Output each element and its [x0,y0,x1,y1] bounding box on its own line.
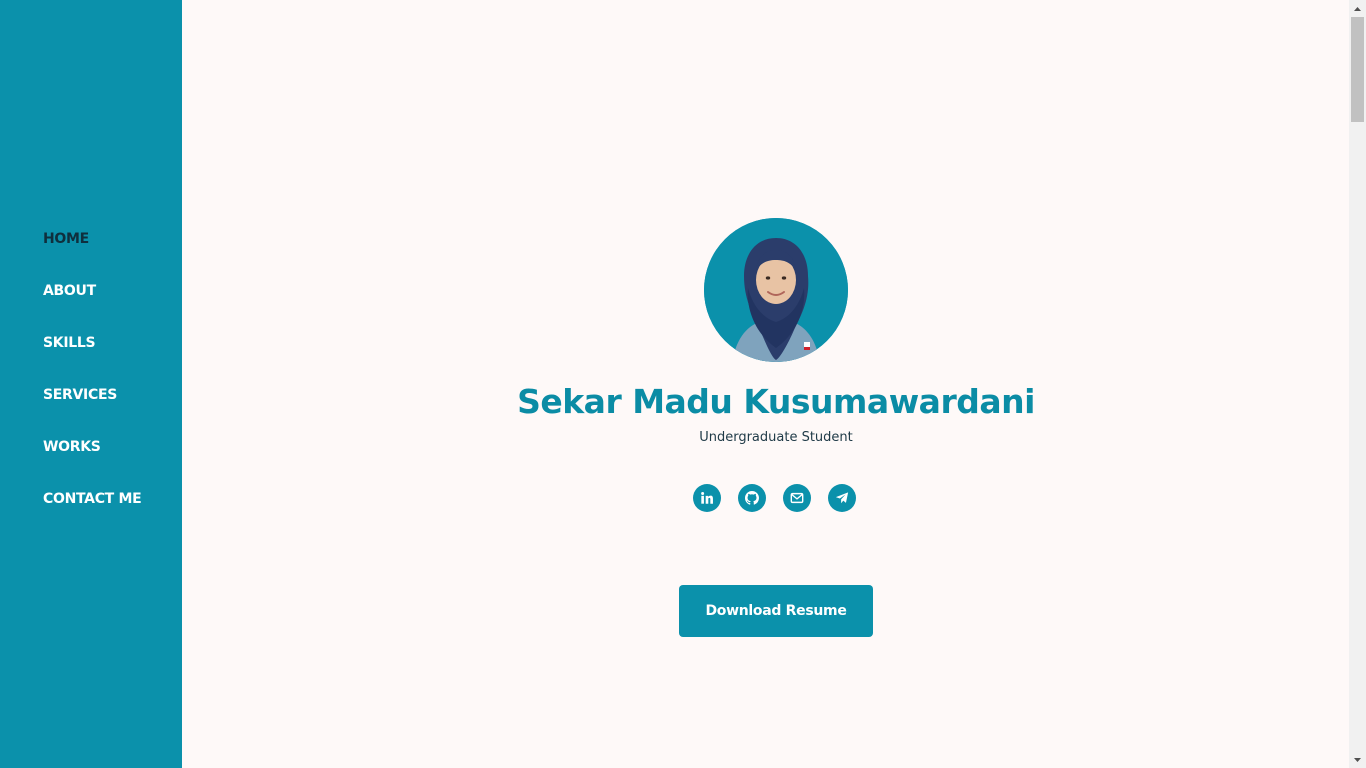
scrollbar-thumb[interactable] [1351,17,1364,122]
nav-link-home[interactable]: HOME [43,226,89,252]
profile-name: Sekar Madu Kusumawardani [517,382,1035,421]
nav-link-about[interactable]: ABOUT [43,278,96,304]
mail-icon [790,492,804,504]
sidebar-nav: HOME ABOUT SKILLS SERVICES WORKS CONTACT… [43,226,142,538]
page-scrollbar[interactable] [1349,0,1366,768]
linkedin-icon [701,491,713,504]
telegram-link[interactable] [828,484,856,512]
scroll-down-arrow-icon[interactable] [1349,751,1366,768]
nav-item-home: HOME [43,226,141,278]
scroll-up-arrow-icon[interactable] [1349,0,1366,17]
profile-role: Undergraduate Student [699,430,853,445]
nav-item-services: SERVICES [43,382,141,434]
mail-link[interactable] [783,484,811,512]
nav-item-contact: CONTACT ME [43,486,142,538]
nav-item-works: WORKS [43,434,141,486]
nav-link-services[interactable]: SERVICES [43,382,117,408]
telegram-icon [835,492,849,504]
nav-link-works[interactable]: WORKS [43,434,101,460]
avatar [704,218,848,362]
sidebar: HOME ABOUT SKILLS SERVICES WORKS CONTACT… [0,0,182,768]
github-link[interactable] [738,484,766,512]
avatar-photo [704,218,848,362]
nav-link-contact[interactable]: CONTACT ME [43,486,142,512]
hero-section: Sekar Madu Kusumawardani Undergraduate S… [182,0,1349,768]
nav-link-skills[interactable]: SKILLS [43,330,96,356]
linkedin-link[interactable] [693,484,721,512]
github-icon [745,491,759,505]
nav-item-skills: SKILLS [43,330,141,382]
social-links [693,484,856,512]
download-resume-button[interactable]: Download Resume [679,585,873,637]
nav-item-about: ABOUT [43,278,141,330]
